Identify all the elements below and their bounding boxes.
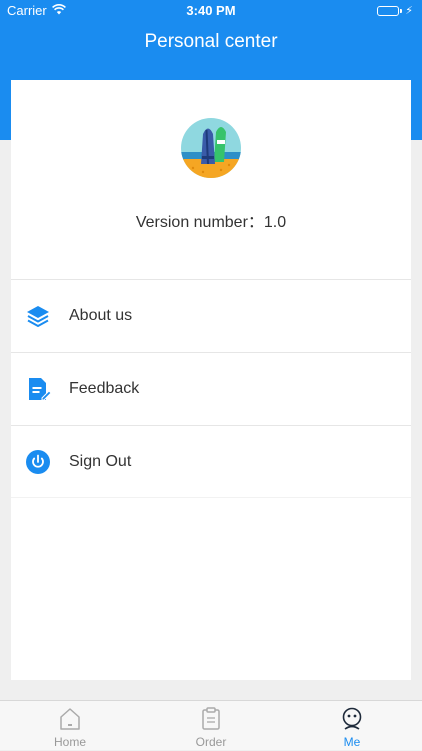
tab-label: Order xyxy=(195,735,227,749)
surfboard-beach-icon xyxy=(181,118,241,178)
tab-order[interactable]: Order xyxy=(141,701,281,751)
page-title: Personal center xyxy=(144,31,278,52)
document-edit-icon xyxy=(25,376,51,402)
menu-item-label: Feedback xyxy=(69,380,140,397)
tab-label: Me xyxy=(343,735,361,749)
tab-label: Home xyxy=(53,735,86,749)
tab-home[interactable]: Home xyxy=(0,701,140,751)
status-bar: Carrier 3:40 PM ⚡ xyxy=(0,0,422,22)
menu-item-feedback[interactable]: Feedback xyxy=(11,352,411,425)
tab-bar: Home Order Me xyxy=(0,700,422,750)
profile-card: Version number：1.0 About us Feedback Sig… xyxy=(11,80,411,680)
menu-item-about-us[interactable]: About us xyxy=(11,279,411,352)
face-icon xyxy=(341,707,363,731)
tab-me[interactable]: Me xyxy=(282,701,422,751)
clock: 3:40 PM xyxy=(186,3,236,18)
charging-icon: ⚡ xyxy=(405,5,413,17)
menu-item-label: About us xyxy=(69,307,133,324)
clipboard-icon xyxy=(200,707,222,731)
power-icon xyxy=(25,449,51,475)
home-icon xyxy=(59,707,81,731)
version-number: Version number：1.0 xyxy=(135,214,287,231)
menu-item-label: Sign Out xyxy=(69,452,132,470)
menu-item-sign-out[interactable]: Sign Out xyxy=(11,425,411,498)
layers-icon xyxy=(25,303,51,329)
battery-icon: ⚡ xyxy=(377,4,413,17)
